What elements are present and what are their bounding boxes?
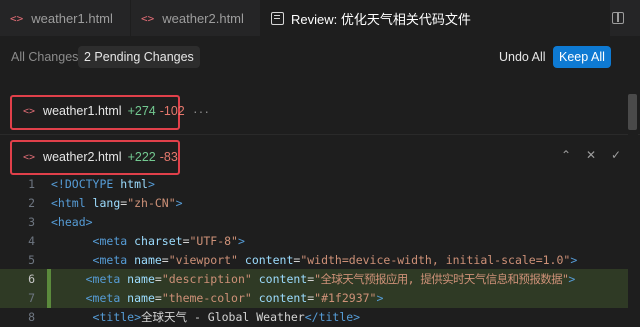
lines-removed: -102 — [159, 104, 185, 118]
code-text: <head> — [51, 215, 93, 229]
file-name: weather2.html — [43, 150, 122, 164]
code-line: 1 <!DOCTYPE html> — [0, 174, 628, 194]
code-icon: <> — [141, 11, 155, 25]
tab-label: weather2.html — [162, 10, 244, 26]
code-text: <html lang="zh-CN"> — [51, 196, 183, 210]
code-line-added: 6 <meta name="description" content="全球天气… — [0, 269, 628, 289]
lines-added: +222 — [127, 150, 156, 164]
lines-removed: -83 — [159, 150, 178, 164]
split-editor-icon[interactable] — [612, 12, 624, 24]
code-text: <meta name="description" content="全球天气预报… — [85, 272, 576, 286]
divider — [0, 134, 640, 135]
line-number: 5 — [28, 253, 35, 267]
line-number: 3 — [28, 215, 35, 229]
pending-changes-filter[interactable]: 2 Pending Changes — [78, 46, 200, 68]
code-icon: <> — [23, 105, 36, 117]
lines-added: +274 — [127, 104, 156, 118]
code-line: 4 <meta charset="UTF-8"> — [0, 231, 628, 251]
review-icon — [271, 11, 284, 25]
code-text: <meta name="viewport" content="width=dev… — [92, 253, 578, 267]
undo-all-button[interactable]: Undo All — [493, 46, 552, 68]
file-row-weather1[interactable]: <> weather1.html +274 -102 — [12, 95, 185, 127]
line-number: 2 — [28, 196, 35, 210]
close-icon[interactable]: ✕ — [585, 148, 597, 162]
tab-weather2[interactable]: <> weather2.html — [131, 0, 261, 36]
code-text: <meta name="theme-color" content="#1f293… — [85, 291, 384, 305]
review-toolbar: All Changes 2 Pending Changes Undo All K… — [0, 36, 640, 78]
all-changes-filter[interactable]: All Changes — [11, 50, 78, 64]
line-number: 7 — [28, 291, 35, 305]
code-text: <meta charset="UTF-8"> — [92, 234, 245, 248]
code-text: <title>全球天气 - Global Weather</title> — [92, 310, 361, 324]
line-number: 1 — [28, 177, 35, 191]
code-line: 2 <html lang="zh-CN"> — [0, 193, 628, 213]
code-line-added: 7 <meta name="theme-color" content="#1f2… — [0, 288, 628, 308]
line-number: 4 — [28, 234, 35, 248]
file-name: weather1.html — [43, 104, 122, 118]
chevron-updown-icon[interactable]: ⌃ — [560, 148, 572, 162]
code-line: 8 <title>全球天气 - Global Weather</title> — [0, 307, 628, 327]
code-icon: <> — [23, 151, 36, 163]
scrollbar-thumb[interactable] — [628, 94, 637, 130]
tab-review[interactable]: Review: 优化天气相关代码文件 — [261, 0, 610, 36]
file-row-weather2[interactable]: <> weather2.html +222 -83 — [12, 141, 178, 173]
tab-weather1[interactable]: <> weather1.html — [0, 0, 131, 36]
tab-label: weather1.html — [31, 10, 113, 26]
tab-label: Review: 优化天气相关代码文件 — [291, 11, 471, 27]
code-text: <!DOCTYPE html> — [51, 177, 155, 191]
line-number: 6 — [28, 272, 35, 286]
more-icon[interactable]: ··· — [193, 103, 210, 119]
keep-all-button[interactable]: Keep All — [553, 46, 611, 68]
code-line: 3 <head> — [0, 212, 628, 232]
tab-bar: <> weather1.html <> weather2.html Review… — [0, 0, 640, 36]
file-actions: ⌃ ✕ ✓ — [560, 148, 622, 162]
check-icon[interactable]: ✓ — [610, 148, 622, 162]
code-line: 5 <meta name="viewport" content="width=d… — [0, 250, 628, 270]
code-editor[interactable]: 1 <!DOCTYPE html> 2 <html lang="zh-CN"> … — [0, 174, 640, 324]
code-icon: <> — [10, 11, 24, 25]
